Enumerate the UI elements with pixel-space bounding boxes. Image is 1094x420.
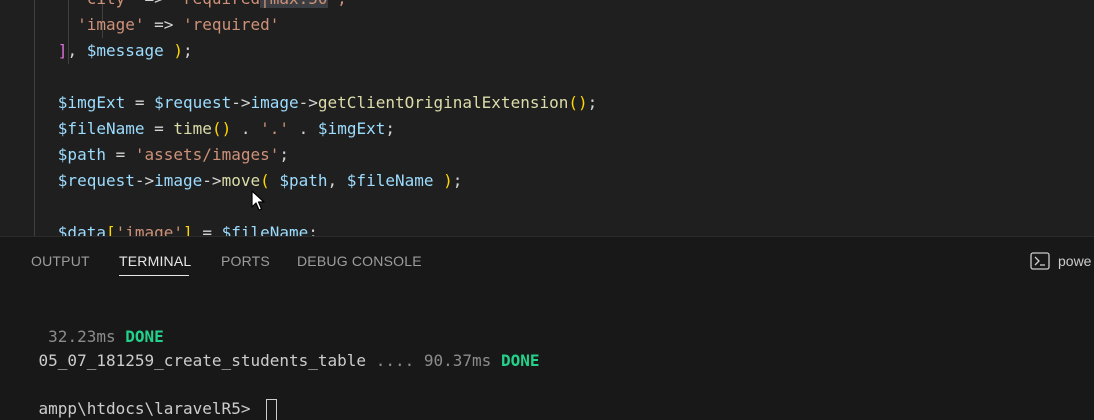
code-token: ; <box>385 119 395 138</box>
tab-output[interactable]: OUTPUT <box>31 253 90 269</box>
code-token: = <box>144 119 174 138</box>
terminal-cursor <box>266 398 278 420</box>
code-line: $data['image'] = $fileName; <box>0 220 318 236</box>
code-token: |max:50 <box>260 0 328 8</box>
panel-tabs: OUTPUT TERMINAL PORTS DEBUG CONSOLE powe <box>0 237 1094 287</box>
code-token: ( <box>260 171 280 190</box>
code-token: () <box>211 119 232 138</box>
code-line: $imgExt = $request->image->getClientOrig… <box>0 90 597 116</box>
active-tab-indicator <box>119 275 189 276</box>
code-token: $fileName <box>346 171 434 190</box>
code-token: $data <box>57 223 106 236</box>
code-token: $imgExt <box>317 119 386 138</box>
code-token: ; <box>183 41 193 60</box>
code-token: ; <box>587 93 598 112</box>
code-token: ; <box>308 223 318 236</box>
code-token: [ <box>105 223 116 236</box>
code-line: $path = 'assets/images'; <box>0 142 289 168</box>
code-token: ] <box>57 41 68 60</box>
tab-terminal[interactable]: TERMINAL <box>119 253 191 269</box>
migration-dots: .... <box>375 351 415 370</box>
code-token: 'required <box>173 0 260 8</box>
mouse-pointer-icon <box>251 190 265 211</box>
bottom-panel: OUTPUT TERMINAL PORTS DEBUG CONSOLE powe… <box>0 236 1094 420</box>
code-token: 'image' <box>77 15 145 34</box>
code-token: $message <box>86 41 164 60</box>
code-token: $request <box>154 93 232 112</box>
terminal-prompt: ampp\htdocs\laravelR5> <box>38 399 261 418</box>
code-token: , <box>327 171 347 190</box>
code-token: = <box>125 93 155 112</box>
code-line: $fileName = time() . '.' . $imgExt; <box>0 116 395 142</box>
terminal-prompt-line[interactable]: ampp\htdocs\laravelR5> <box>0 373 278 420</box>
code-line: $request->image->move( $path, $fileName … <box>0 168 463 194</box>
code-token: ) <box>173 41 184 60</box>
code-line: 'image' => 'required' <box>0 12 279 38</box>
code-token: . <box>231 119 261 138</box>
tab-debug-console[interactable]: DEBUG CONSOLE <box>297 253 422 269</box>
code-token: 'image' <box>115 223 184 236</box>
tab-ports[interactable]: PORTS <box>221 253 270 269</box>
code-token: image <box>250 93 299 112</box>
code-token: -> <box>134 171 155 190</box>
terminal-profile-label: powe <box>1058 253 1092 269</box>
code-token: -> <box>202 171 222 190</box>
code-token: ; <box>452 171 463 190</box>
code-token: move <box>221 171 261 190</box>
code-token: ] <box>183 223 193 236</box>
code-token: $request <box>57 171 135 190</box>
code-token: $fileName <box>57 119 145 138</box>
code-token: 'assets/images' <box>134 145 280 164</box>
code-token: 'required' <box>183 15 280 34</box>
terminal-line: 05_07_181259_create_students_table .... … <box>0 325 540 370</box>
code-token: -> <box>298 93 318 112</box>
code-editor[interactable]: 'city' => 'required|max:50', 'image' => … <box>0 0 1094 236</box>
code-token: ', <box>328 0 347 8</box>
code-token: getClientOriginalExtension <box>317 93 569 112</box>
code-token: $path <box>57 145 106 164</box>
code-line: 'city' => 'required|max:50', <box>0 0 347 12</box>
code-token: , <box>67 41 87 60</box>
code-token: 'city' <box>77 0 135 8</box>
terminal-powershell-icon <box>1030 252 1050 270</box>
code-token: . <box>289 119 318 138</box>
code-token: $imgExt <box>57 93 126 112</box>
code-token: $fileName <box>221 223 309 236</box>
code-token: image <box>154 171 203 190</box>
terminal-line: 32.23ms DONE <box>0 301 164 346</box>
code-token: time <box>173 119 212 138</box>
code-token: () <box>568 93 588 112</box>
code-token: = <box>105 145 135 164</box>
code-token: => <box>135 0 174 8</box>
terminal-profile-button[interactable]: powe <box>1030 250 1091 272</box>
migration-status: DONE <box>500 351 540 370</box>
code-token: $path <box>279 171 328 190</box>
code-token: '.' <box>260 119 290 138</box>
code-token: -> <box>231 93 251 112</box>
code-token: = <box>192 223 222 236</box>
code-token: ) <box>433 171 453 190</box>
code-line: ], $message ); <box>0 38 193 64</box>
code-token: ; <box>279 145 290 164</box>
migration-name: 05_07_181259_create_students_table <box>38 351 367 370</box>
migration-time: 90.37ms <box>423 351 492 370</box>
code-token: => <box>144 15 184 34</box>
